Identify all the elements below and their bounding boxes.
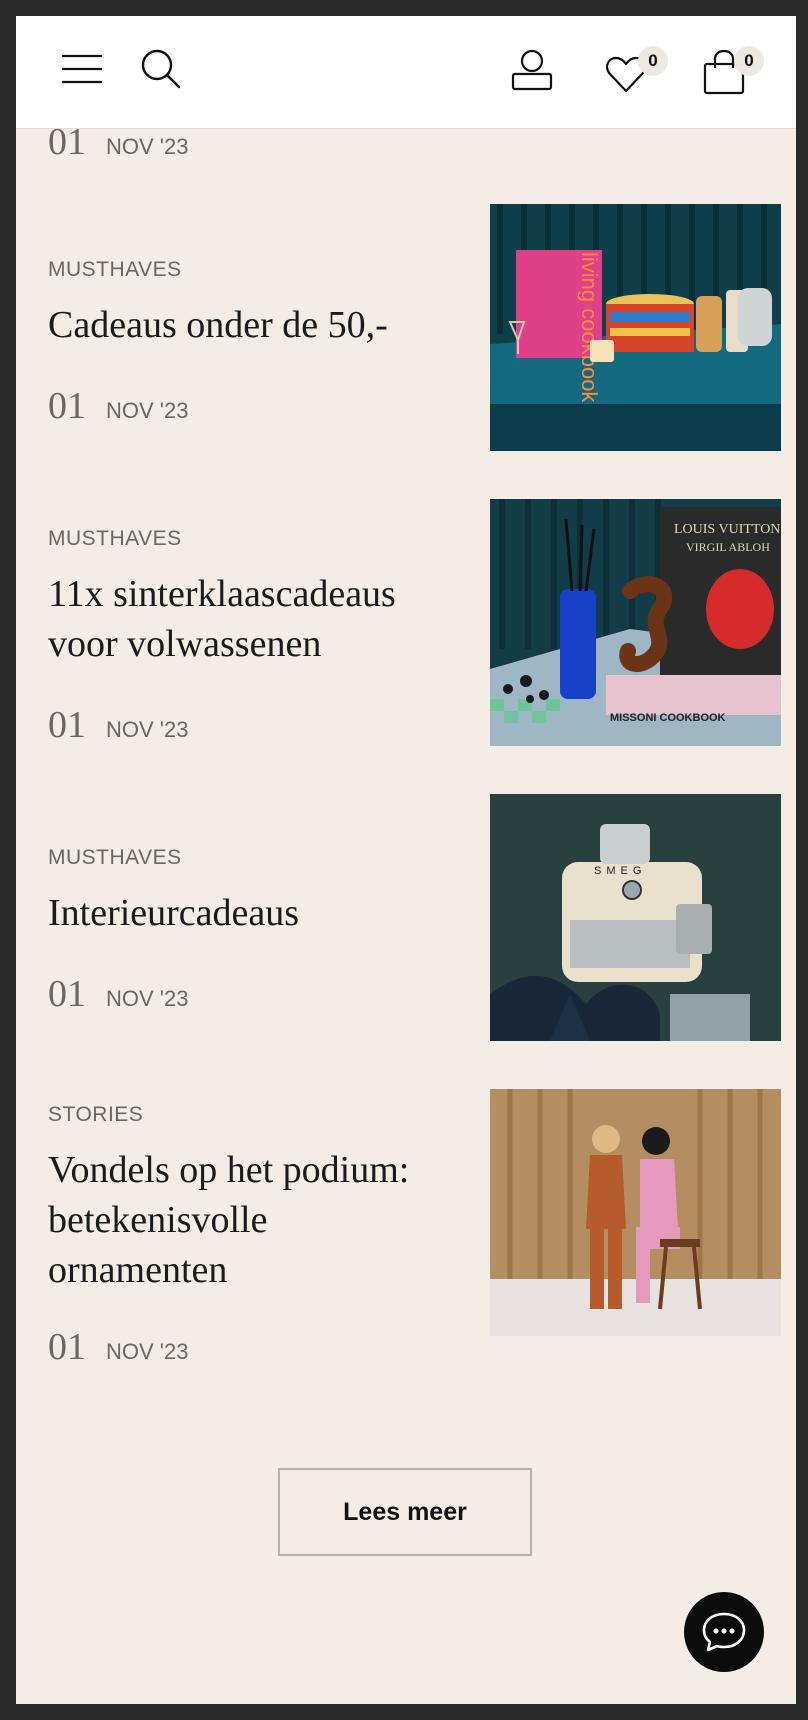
account-icon[interactable] — [510, 48, 554, 92]
article-category[interactable]: MUSTHAVES — [48, 527, 182, 551]
date-month: NOV '23 — [106, 1339, 189, 1364]
machine-brand-text: SMEG — [594, 865, 646, 877]
wishlist-button[interactable]: 0 — [606, 46, 686, 102]
article-image[interactable]: LOUIS VUITTON VIRGIL ABLOH MISSONI COOKB… — [490, 499, 781, 746]
load-more-button[interactable]: Lees meer — [278, 1468, 532, 1556]
article-title[interactable]: Interieurcadeaus — [48, 888, 448, 938]
date-month: NOV '23 — [106, 986, 189, 1011]
article-card[interactable]: MUSTHAVES 11x sinterklaascadeaus voor vo… — [48, 499, 781, 749]
date-day: 01 — [48, 1326, 86, 1368]
interior-gifts-photo: SMEG — [490, 794, 781, 1041]
article-date: 01 NOV '23 — [48, 703, 188, 747]
wishlist-count-badge: 0 — [638, 46, 668, 76]
date-month: NOV '23 — [106, 717, 189, 742]
date-month: NOV '23 — [106, 398, 189, 423]
chat-bubble-icon — [702, 1612, 746, 1652]
search-icon[interactable] — [140, 48, 182, 90]
article-title[interactable]: 11x sinterklaascadeaus voor volwassenen — [48, 569, 448, 669]
gifts-under-50-photo: living cookbook — [490, 204, 781, 451]
cart-button[interactable]: 0 — [702, 46, 782, 102]
book-author-text: VIRGIL ABLOH — [686, 540, 770, 554]
book-title-text: LOUIS VUITTON — [674, 522, 780, 537]
date-day: 01 — [48, 704, 86, 746]
article-title[interactable]: Cadeaus onder de 50,- — [48, 300, 448, 350]
article-card[interactable]: STORIES Vondels op het podium: betekenis… — [48, 1089, 781, 1379]
cookbook-text: living cookbook — [577, 252, 602, 403]
cart-count-badge: 0 — [734, 46, 764, 76]
sinterklaas-gifts-photo: LOUIS VUITTON VIRGIL ABLOH MISSONI COOKB… — [490, 499, 781, 746]
vondels-on-stage-photo — [490, 1089, 781, 1336]
hamburger-menu-icon[interactable] — [62, 54, 102, 84]
article-card[interactable]: MUSTHAVES Interieurcadeaus 01 NOV '23 SM… — [48, 794, 781, 1044]
date-day: 01 — [48, 385, 86, 427]
date-month: NOV '23 — [106, 134, 189, 159]
page-frame: 01 NOV '23 0 0 MUSTHAVES Cadeaus onder d… — [16, 16, 796, 1704]
article-image[interactable]: SMEG — [490, 794, 781, 1041]
article-category[interactable]: STORIES — [48, 1103, 143, 1127]
article-category[interactable]: MUSTHAVES — [48, 258, 182, 282]
article-date: 01 NOV '23 — [48, 1325, 188, 1369]
article-date: 01 NOV '23 — [48, 972, 188, 1016]
cookbook-spine-text: MISSONI COOKBOOK — [610, 712, 726, 724]
article-card[interactable]: MUSTHAVES Cadeaus onder de 50,- 01 NOV '… — [48, 204, 781, 454]
article-date: 01 NOV '23 — [48, 384, 188, 428]
article-image[interactable]: living cookbook — [490, 204, 781, 451]
article-category[interactable]: MUSTHAVES — [48, 846, 182, 870]
article-image[interactable] — [490, 1089, 781, 1336]
date-day: 01 — [48, 973, 86, 1015]
chat-button[interactable] — [684, 1592, 764, 1672]
article-title[interactable]: Vondels op het podium: betekenisvolle or… — [48, 1145, 448, 1295]
site-header: 0 0 — [16, 16, 796, 129]
